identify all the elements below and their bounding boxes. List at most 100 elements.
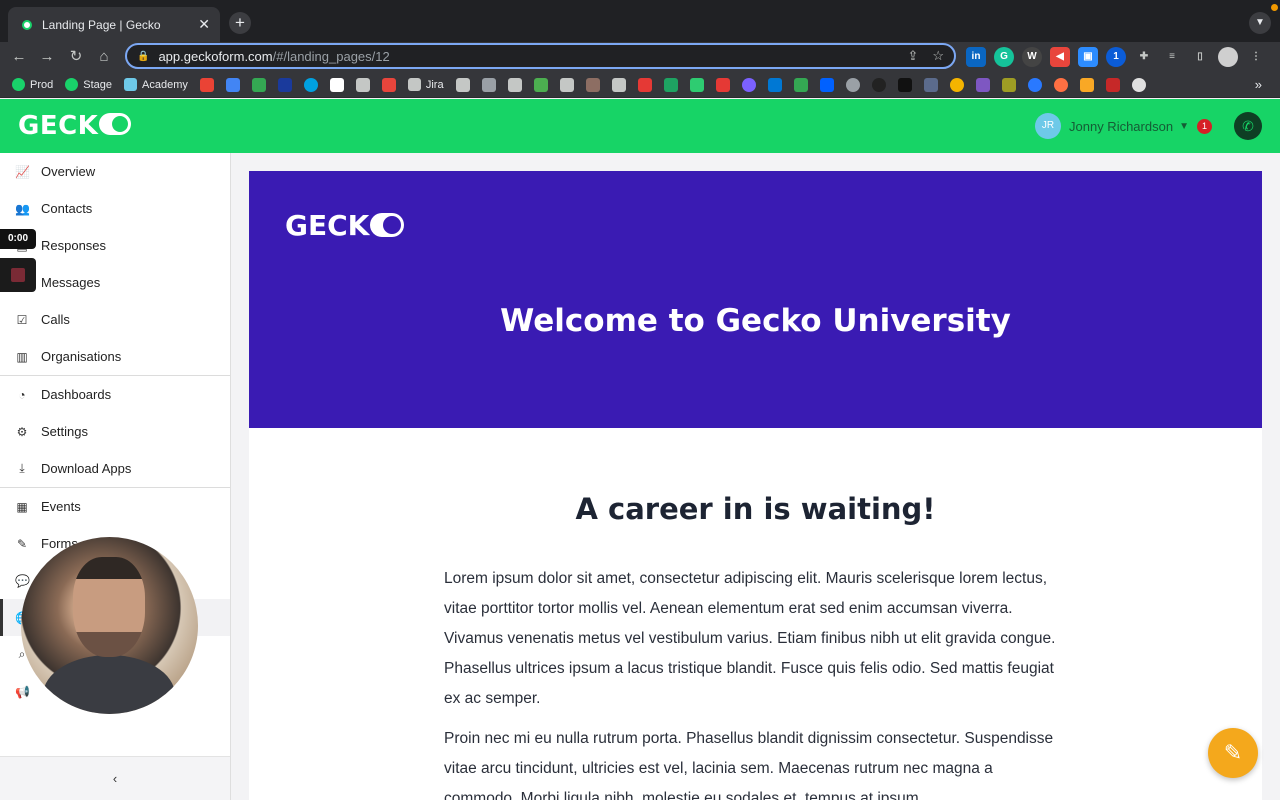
sidebar-item-contacts[interactable]: 👥 Contacts [0,190,230,227]
sidebar-item-organisations[interactable]: ▥ Organisations [0,338,230,375]
sidebar-item-download-apps[interactable]: ⤓ Download Apps [0,450,230,487]
chevron-down-icon: ▼ [1179,120,1189,132]
bookmark-prod[interactable]: Prod [12,78,53,91]
profile-avatar-icon[interactable] [1218,47,1238,67]
sidebar-item-dashboards[interactable]: ◔ Dashboards [0,376,230,413]
bookmark-app-icon[interactable] [1053,77,1068,92]
bookmark-app-icon[interactable] [533,77,548,92]
webcam-bubble[interactable] [21,537,198,714]
recording-indicator-icon [1271,4,1278,11]
bookmark-label: Jira [425,78,444,91]
share-icon[interactable]: ⇪ [907,48,918,64]
folder-icon[interactable] [455,77,470,92]
bookmark-app-icon[interactable] [1131,77,1146,92]
back-arrow-icon[interactable]: ← [8,46,30,68]
globe-icon[interactable] [845,77,860,92]
salesforce-icon[interactable] [303,77,318,92]
outlook-icon[interactable] [767,77,782,92]
puzzle-extensions-icon[interactable]: ✚ [1134,47,1154,67]
grammarly-extension-icon[interactable]: G [994,47,1014,67]
sidebar-item-overview[interactable]: 📈 Overview [0,153,230,190]
gmail-icon[interactable] [199,77,214,92]
extensions-bar: in G W ◀ ▣ 1 ✚ ≡ ▯ ⋮ [966,47,1266,67]
notification-badge[interactable]: 1 [1196,118,1212,134]
logo-toggle-icon [370,213,405,237]
gecko-bookmark-icon [65,78,79,91]
logo-toggle-icon [99,113,132,135]
bookmark-app-icon[interactable] [585,77,600,92]
sidebar-item-label: Dashboards [41,387,112,402]
bookmark-app-icon[interactable] [715,77,730,92]
linkedin-extension-icon[interactable]: in [966,47,986,67]
folder-icon[interactable] [355,77,370,92]
bookmarks-overflow-icon[interactable]: » [1255,77,1262,92]
url-path: /#/landing_pages/12 [272,48,390,64]
tab-search-chevron-icon[interactable]: ▼ [1249,12,1271,34]
browser-tab-bar: Landing Page | Gecko ✕ + ▼ [0,0,1280,42]
google-drive-icon[interactable] [793,77,808,92]
openai-icon[interactable] [871,77,886,92]
gecko-logo[interactable]: GECK [18,111,132,141]
reading-list-icon[interactable]: ≡ [1162,47,1182,67]
home-icon[interactable]: ⌂ [93,46,115,68]
folder-icon[interactable] [559,77,574,92]
bookmark-app-icon[interactable] [897,77,912,92]
kebab-menu-icon[interactable]: ⋮ [1246,47,1266,67]
bookmark-jira[interactable]: Jira [407,78,444,91]
bookmark-app-icon[interactable] [689,77,704,92]
edit-pencil-button[interactable]: ✎ [1208,728,1258,778]
bookmark-star-icon[interactable]: ☆ [932,48,944,64]
bookmark-app-icon[interactable] [481,77,496,92]
megaphone-extension-icon[interactable]: ◀ [1050,47,1070,67]
sidebar-item-calls[interactable]: ☑ Calls [0,301,230,338]
dropbox-icon[interactable] [819,77,834,92]
bookmark-app-icon[interactable] [663,77,678,92]
forward-arrow-icon[interactable]: → [36,46,58,68]
gear-icon: ⚙ [16,424,28,439]
page-content: A career in is waiting! Lorem ipsum dolo… [249,428,1262,800]
tab-close-icon[interactable]: ✕ [198,16,210,33]
sidebar-item-label: Events [41,499,81,514]
bookmark-app-icon[interactable] [741,77,756,92]
new-tab-button[interactable]: + [229,12,251,34]
analytics-icon[interactable] [1079,77,1094,92]
user-menu[interactable]: JR Jonny Richardson ▼ 1 [1035,113,1212,139]
bookmark-app-icon[interactable] [923,77,938,92]
phone-icon[interactable]: ✆ [1234,112,1262,140]
hero-title: Welcome to Gecko University [500,303,1011,339]
bookmark-app-icon[interactable] [381,77,396,92]
folder-icon[interactable] [507,77,522,92]
logo-text: GECK [18,111,99,141]
calendar-extension-icon[interactable]: ▣ [1078,47,1098,67]
messenger-icon[interactable] [1027,77,1042,92]
notion-icon[interactable] [329,77,344,92]
bookmark-app-icon[interactable] [637,77,652,92]
bookmark-app-icon[interactable] [975,77,990,92]
sidebar-item-events[interactable]: ▦ Events [0,488,230,525]
recording-timer: 0:00 [0,229,36,249]
bookmark-app-icon[interactable] [1105,77,1120,92]
building-icon: ▥ [16,349,28,364]
bookmark-academy[interactable]: Academy [124,78,188,91]
collapse-sidebar-button[interactable]: ‹ [0,756,230,800]
onepassword-extension-icon[interactable]: 1 [1106,47,1126,67]
bookmark-stage[interactable]: Stage [65,78,112,91]
google-calendar-icon[interactable] [225,77,240,92]
wordtune-extension-icon[interactable]: W [1022,47,1042,67]
sidebar-item-settings[interactable]: ⚙ Settings [0,413,230,450]
stop-recording-button[interactable] [0,258,36,292]
webcam-person-face [73,557,145,657]
browser-tab[interactable]: Landing Page | Gecko ✕ [8,7,220,42]
address-bar[interactable]: 🔒 app.geckoform.com /#/landing_pages/12 … [125,43,956,69]
bookmark-app-icon[interactable] [1001,77,1016,92]
tab-title: Landing Page | Gecko [42,17,161,32]
bookmark-label: Stage [83,78,112,91]
reload-icon[interactable]: ↻ [65,46,87,68]
sidepanel-icon[interactable]: ▯ [1190,47,1210,67]
chart-icon: 📈 [15,164,30,179]
intercom-icon[interactable] [277,77,292,92]
bookmark-app-icon[interactable] [949,77,964,92]
google-drive-icon[interactable] [251,77,266,92]
folder-icon[interactable] [611,77,626,92]
lock-icon: 🔒 [137,50,150,62]
